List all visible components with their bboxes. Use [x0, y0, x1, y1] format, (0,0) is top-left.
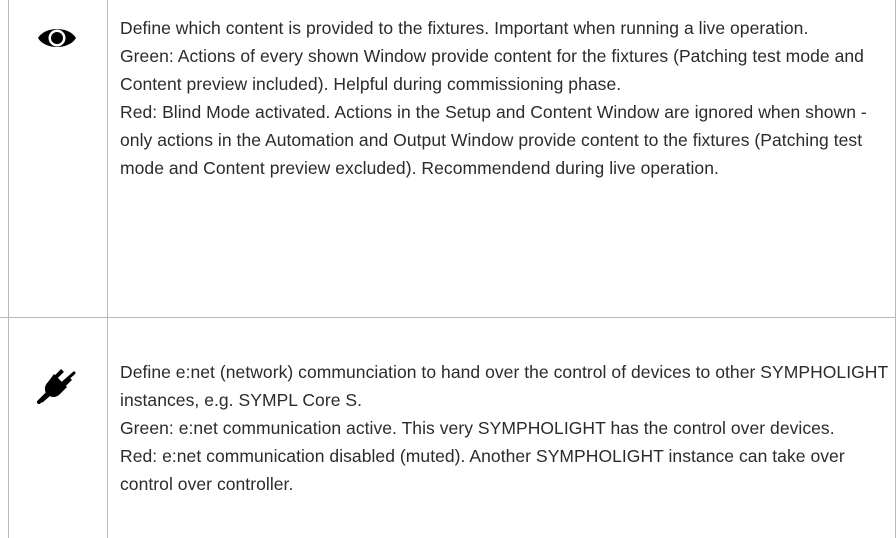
- description-paragraph: Define which content is provided to the …: [120, 18, 809, 38]
- description-cell: Define which content is provided to the …: [120, 14, 888, 182]
- description-paragraph: Red: Blind Mode activated. Actions in th…: [120, 102, 867, 178]
- description-paragraph: Green: Actions of every shown Window pro…: [120, 46, 864, 94]
- table-row: Define e:net (network) communciation to …: [0, 318, 896, 538]
- plug-muted-icon: [37, 369, 76, 404]
- description-paragraph: Red: e:net communication disabled (muted…: [120, 446, 845, 494]
- eye-icon: [38, 29, 76, 47]
- icon-cell: [8, 318, 108, 538]
- icon-description-table: Define which content is provided to the …: [0, 0, 896, 538]
- description-cell: Define e:net (network) communciation to …: [120, 358, 888, 498]
- description-paragraph: Green: e:net communication active. This …: [120, 418, 835, 438]
- icon-cell: [8, 0, 108, 317]
- description-paragraph: Define e:net (network) communciation to …: [120, 362, 888, 410]
- table-row: Define which content is provided to the …: [0, 0, 896, 318]
